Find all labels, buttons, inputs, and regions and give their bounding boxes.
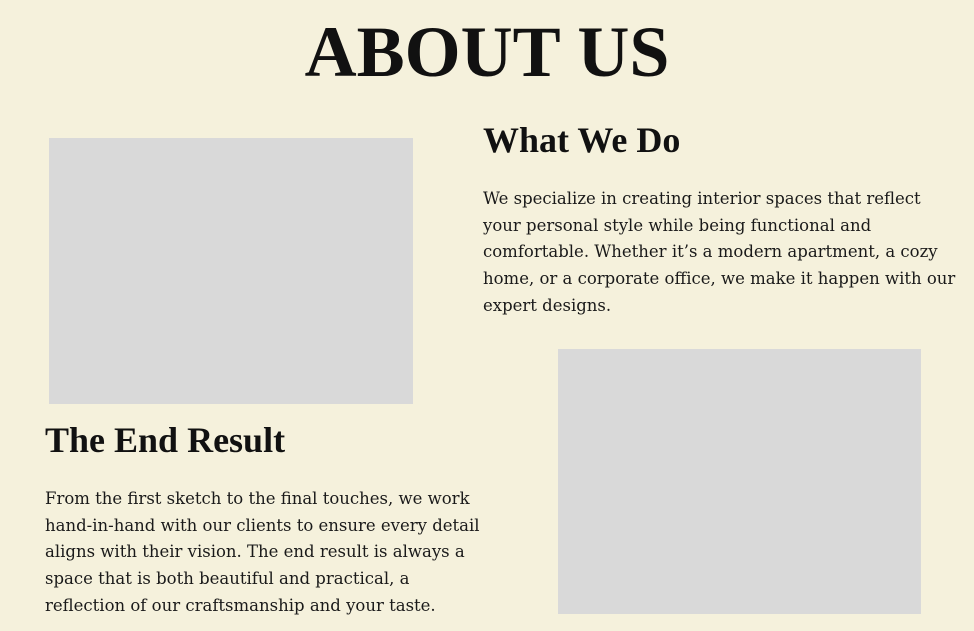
- about-us-page: ABOUT US What We Do We specialize in cre…: [0, 0, 974, 631]
- end-result-description: From the first sketch to the final touch…: [45, 489, 480, 615]
- what-we-do-image-placeholder: [49, 138, 413, 404]
- page-title: ABOUT US: [304, 12, 670, 92]
- end-result-image-placeholder: [558, 349, 921, 614]
- what-we-do-description: We specialize in creating interior space…: [483, 189, 956, 315]
- end-result-heading: The End Result: [45, 420, 286, 460]
- what-we-do-heading: What We Do: [483, 120, 681, 160]
